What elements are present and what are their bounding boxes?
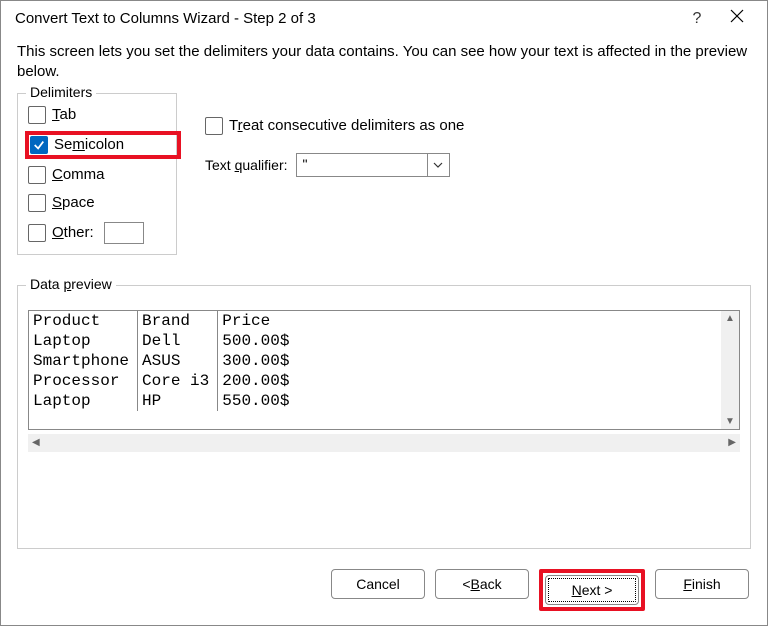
treat-consecutive-label: Treat consecutive delimiters as one <box>229 117 464 134</box>
qualifier-label: Text qualifier: <box>205 157 288 173</box>
close-icon <box>730 9 744 23</box>
close-button[interactable] <box>717 9 757 28</box>
table-cell: Processor <box>29 371 138 391</box>
other-label: Other: <box>52 224 94 241</box>
scroll-up-icon: ▲ <box>725 313 735 324</box>
semicolon-label: Semicolon <box>54 136 124 153</box>
next-button-highlight: Next > <box>539 569 645 611</box>
table-cell: 200.00$ <box>218 371 721 391</box>
comma-checkbox[interactable] <box>28 166 46 184</box>
table-row: Processor Core i3200.00$ <box>29 371 721 391</box>
qualifier-dropdown-button[interactable] <box>427 154 449 176</box>
tab-checkbox[interactable] <box>28 106 46 124</box>
table-cell: Price <box>218 311 721 331</box>
table-row: Laptop HP 550.00$ <box>29 391 721 411</box>
tab-label: Tab <box>52 106 76 123</box>
preview-box: Product Brand PriceLaptop Dell 500.00$Sm… <box>28 310 740 430</box>
preview-legend: Data preview <box>26 276 116 292</box>
qualifier-value: " <box>297 154 427 176</box>
table-cell: Smartphone <box>29 351 138 371</box>
text-qualifier-row: Text qualifier: " <box>205 153 751 177</box>
back-button[interactable]: < Back <box>435 569 529 599</box>
table-cell: Product <box>29 311 138 331</box>
table-cell: Laptop <box>29 391 138 411</box>
intro-text: This screen lets you set the delimiters … <box>17 42 751 83</box>
treat-consecutive-row[interactable]: Treat consecutive delimiters as one <box>205 117 751 135</box>
table-cell: Core i3 <box>138 371 218 391</box>
vertical-scrollbar[interactable]: ▲ ▼ <box>721 311 739 429</box>
next-button[interactable]: Next > <box>545 575 639 605</box>
table-cell: 300.00$ <box>218 351 721 371</box>
help-button[interactable]: ? <box>677 10 717 28</box>
wizard-dialog: Convert Text to Columns Wizard - Step 2 … <box>0 0 768 626</box>
table-cell: 500.00$ <box>218 331 721 351</box>
space-label: Space <box>52 194 95 211</box>
cancel-button[interactable]: Cancel <box>331 569 425 599</box>
table-cell: ASUS <box>138 351 218 371</box>
delimiters-fieldset: Delimiters Tab Semicolon Comma <box>17 93 177 255</box>
semicolon-checkbox[interactable] <box>30 136 48 154</box>
dialog-footer: Cancel < Back Next > Finish <box>1 557 767 625</box>
treat-consecutive-checkbox[interactable] <box>205 117 223 135</box>
other-checkbox-row[interactable]: Other: <box>28 222 178 244</box>
dialog-title: Convert Text to Columns Wizard - Step 2 … <box>15 10 677 27</box>
preview-table: Product Brand PriceLaptop Dell 500.00$Sm… <box>29 311 721 411</box>
table-cell: 550.00$ <box>218 391 721 411</box>
semicolon-checkbox-row[interactable]: Semicolon <box>28 134 178 156</box>
horizontal-scrollbar[interactable]: ◀ ▶ <box>28 434 740 452</box>
other-checkbox[interactable] <box>28 224 46 242</box>
space-checkbox[interactable] <box>28 194 46 212</box>
chevron-down-icon <box>433 162 443 168</box>
comma-label: Comma <box>52 166 105 183</box>
tab-checkbox-row[interactable]: Tab <box>28 106 178 124</box>
titlebar: Convert Text to Columns Wizard - Step 2 … <box>1 1 767 34</box>
table-row: SmartphoneASUS 300.00$ <box>29 351 721 371</box>
scroll-left-icon: ◀ <box>32 437 40 448</box>
comma-checkbox-row[interactable]: Comma <box>28 166 178 184</box>
table-row: Product Brand Price <box>29 311 721 331</box>
qualifier-combo[interactable]: " <box>296 153 450 177</box>
table-cell: Dell <box>138 331 218 351</box>
finish-button[interactable]: Finish <box>655 569 749 599</box>
scroll-right-icon: ▶ <box>728 437 736 448</box>
delimiters-legend: Delimiters <box>26 84 96 100</box>
preview-fieldset: Data preview Product Brand PriceLaptop D… <box>17 285 751 550</box>
scroll-down-icon: ▼ <box>725 416 735 427</box>
table-cell: HP <box>138 391 218 411</box>
space-checkbox-row[interactable]: Space <box>28 194 178 212</box>
table-cell: Brand <box>138 311 218 331</box>
table-row: Laptop Dell 500.00$ <box>29 331 721 351</box>
other-input[interactable] <box>104 222 144 244</box>
table-cell: Laptop <box>29 331 138 351</box>
